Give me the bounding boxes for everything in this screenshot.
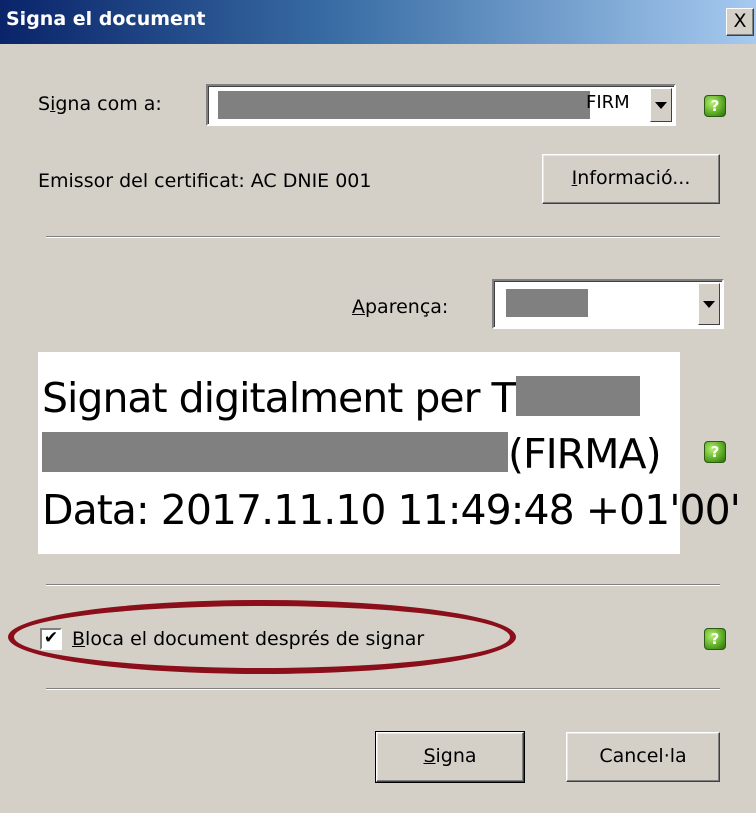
separator [46,236,720,238]
sign-button[interactable]: Signa [375,731,525,783]
preview-line-1: Signat digitalment per T [42,374,640,422]
window-title: Signa el document [6,8,206,30]
issuer-text: Emissor del certificat: AC DNIE 001 [38,170,372,192]
separator [46,688,720,690]
preview-line-2: (FIRMA) [42,430,662,478]
help-icon[interactable]: ? [704,95,726,117]
chevron-down-icon[interactable] [650,88,672,122]
preview-line-3: Data: 2017.11.10 11:49:48 +01'00' [42,486,741,534]
redacted-name [515,376,640,416]
highlight-ellipse [8,600,516,674]
close-button[interactable]: X [726,8,754,36]
close-icon: X [733,10,747,32]
cancel-button[interactable]: Cancel·la [566,732,720,782]
appearance-select[interactable] [492,279,724,329]
chevron-down-icon[interactable] [698,283,720,325]
sign-document-dialog: Signa el document X Signa com a: FIRM ? … [0,0,756,813]
separator [46,584,720,586]
redacted-appearance [506,289,588,317]
sign-as-label: Signa com a: [38,93,162,115]
information-button[interactable]: Informació... [542,154,720,204]
redacted-identity [218,91,590,119]
redacted-name [42,432,508,472]
help-icon[interactable]: ? [704,628,726,650]
appearance-label: Aparença: [352,296,449,318]
sign-as-select[interactable]: FIRM [206,84,676,126]
signature-preview: Signat digitalment per T (FIRMA) Data: 2… [38,352,741,554]
sign-as-value: FIRM [586,92,630,113]
help-icon[interactable]: ? [704,441,726,463]
title-bar: Signa el document X [0,0,756,44]
